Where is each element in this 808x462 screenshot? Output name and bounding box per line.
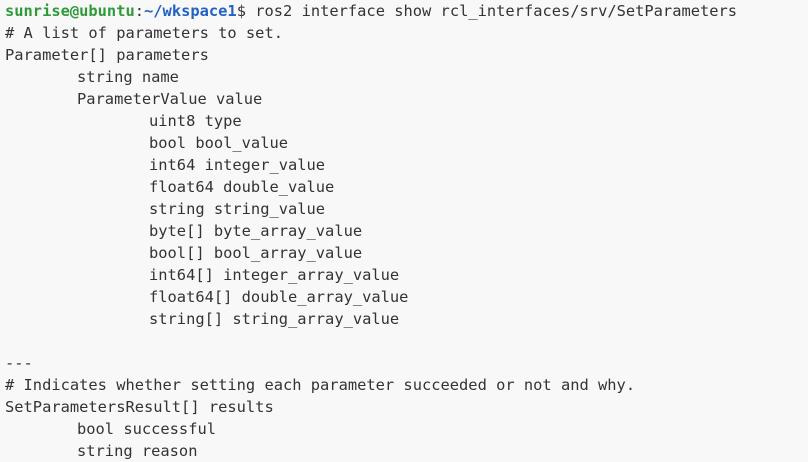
command-text: ros2 interface show rcl_interfaces/srv/S…	[245, 2, 738, 20]
value-field: int64 integer_value	[149, 156, 326, 174]
response-comment: # Indicates whether setting each paramet…	[5, 376, 636, 394]
request-field-line: Parameter[] parameters	[5, 46, 209, 64]
service-separator: ---	[5, 354, 33, 372]
parameter-field: string name	[77, 68, 179, 86]
value-field: float64[] double_array_value	[149, 288, 409, 306]
value-field: string[] string_array_value	[149, 310, 400, 328]
value-field: bool bool_value	[149, 134, 288, 152]
value-field: bool[] bool_array_value	[149, 244, 363, 262]
response-field-line: SetParametersResult[] results	[5, 398, 274, 416]
value-field: string string_value	[149, 200, 326, 218]
command-line: sunrise@ubuntu:~/wkspace1$ ros2 interfac…	[5, 0, 808, 22]
prompt-user-host: sunrise@ubuntu	[5, 2, 135, 20]
value-field: float64 double_value	[149, 178, 335, 196]
result-field: bool successful	[77, 420, 216, 438]
parameter-field: ParameterValue value	[77, 90, 263, 108]
prompt-separator: :	[134, 2, 145, 20]
value-field: uint8 type	[149, 112, 242, 130]
request-comment: # A list of parameters to set.	[5, 24, 283, 42]
prompt-sigil: $	[236, 2, 246, 20]
prompt-path: ~/wkspace1	[144, 2, 237, 20]
value-field: byte[] byte_array_value	[149, 222, 363, 240]
value-field: int64[] integer_array_value	[149, 266, 400, 284]
terminal-output[interactable]: sunrise@ubuntu:~/wkspace1$ ros2 interfac…	[0, 0, 808, 460]
